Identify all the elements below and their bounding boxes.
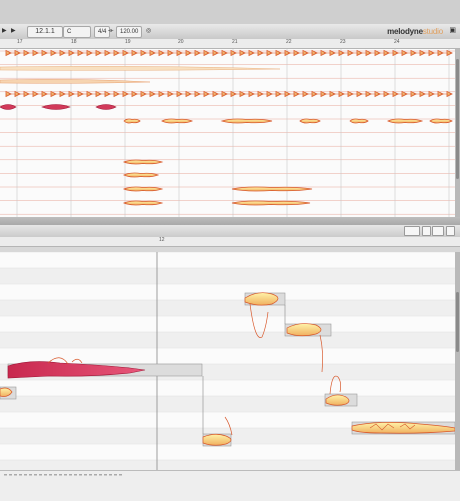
lane-stripe	[0, 396, 455, 412]
lane-stripe	[0, 332, 455, 348]
timeline-ruler-bottom[interactable]: 12	[0, 237, 460, 247]
lane-stripe	[0, 460, 455, 470]
footer-tick	[74, 474, 77, 476]
play-right-icon[interactable]: ▶	[11, 26, 16, 36]
timeline-ruler-top[interactable]: 17 18 19 20 21 22 23 24	[0, 39, 460, 49]
footer-tick	[24, 474, 27, 476]
note-blob	[123, 118, 141, 124]
footer-tick	[34, 474, 37, 476]
footer-tick	[29, 474, 32, 476]
pane-divider[interactable]	[0, 217, 460, 225]
footer-tick	[64, 474, 67, 476]
footer-tick	[19, 474, 22, 476]
grid-toggle-icon[interactable]	[422, 226, 431, 236]
footer-tick	[89, 474, 92, 476]
ruler-mark: 22	[286, 39, 292, 45]
tool-icon[interactable]: ◎	[146, 26, 151, 36]
note-blob	[0, 79, 151, 84]
scroll-thumb[interactable]	[456, 292, 459, 352]
footer-tick	[99, 474, 102, 476]
bottom-editor-window: 12	[0, 225, 460, 501]
detail-notes-canvas[interactable]	[0, 252, 455, 470]
overview-notes-canvas[interactable]	[0, 49, 455, 217]
footer-tick	[119, 474, 122, 476]
footer-tick	[59, 474, 62, 476]
note-blob[interactable]	[0, 386, 17, 400]
note-blob	[122, 186, 164, 192]
logo-edition: studio	[422, 27, 443, 36]
note-blob[interactable]	[351, 421, 455, 435]
footer-tick	[114, 474, 117, 476]
tempo-field[interactable]: 120.00	[116, 26, 143, 38]
vertical-scrollbar-top[interactable]	[455, 49, 460, 217]
snap-toggle-icon[interactable]	[432, 226, 444, 236]
lane-stripe	[0, 300, 455, 316]
ruler-mark: 21	[232, 39, 238, 45]
ruler-mark: 19	[125, 39, 131, 45]
melodyne-logo: melodynestudio	[387, 27, 443, 36]
footer-ticks	[4, 474, 122, 476]
note-blob	[220, 118, 273, 124]
ruler-mark: 23	[340, 39, 346, 45]
footer-tick	[39, 474, 42, 476]
footer-tick	[109, 474, 112, 476]
footer-tick	[9, 474, 12, 476]
ruler-mark: 12	[159, 237, 165, 243]
footer-tick	[69, 474, 72, 476]
footer-tick	[79, 474, 82, 476]
note-blob	[231, 186, 313, 192]
top-editor-window: ▶ ▶ 12.1.1 C major 4/4 ⟛ 120.00 ◎ melody…	[0, 24, 460, 217]
footer-tick	[104, 474, 107, 476]
note-blob	[231, 200, 311, 206]
lane-stripe	[0, 268, 455, 284]
tempo-icon[interactable]: ⟛	[108, 26, 113, 36]
footer-tick	[44, 474, 47, 476]
options-icon[interactable]	[446, 226, 455, 236]
note-blob[interactable]	[324, 375, 358, 407]
window-menu-icon[interactable]: ▣	[449, 26, 456, 36]
note-blob	[161, 118, 194, 124]
note-blob	[387, 118, 424, 124]
note-editor-overview[interactable]	[0, 49, 455, 217]
note-blob	[122, 200, 164, 206]
zoom-slider[interactable]	[404, 226, 420, 236]
footer-tick	[49, 474, 52, 476]
scroll-thumb[interactable]	[456, 59, 459, 179]
note-editor-detail[interactable]	[0, 252, 455, 470]
footer-tick	[14, 474, 17, 476]
position-field[interactable]: 12.1.1	[27, 26, 63, 38]
ruler-mark: 17	[17, 39, 23, 45]
main-toolbar: ▶ ▶ 12.1.1 C major 4/4 ⟛ 120.00 ◎ melody…	[0, 24, 460, 45]
play-left-icon[interactable]: ▶	[2, 26, 7, 36]
ruler-mark: 20	[178, 39, 184, 45]
key-field[interactable]: C major	[63, 26, 91, 45]
vertical-scrollbar-bottom[interactable]	[455, 252, 460, 470]
ruler-mark: 24	[394, 39, 400, 45]
selected-note[interactable]	[7, 357, 203, 379]
note-blob	[123, 172, 160, 178]
note-blob	[429, 118, 453, 124]
note-blob	[299, 118, 321, 124]
logo-main: melodyne	[387, 27, 423, 36]
note-blob	[0, 66, 281, 71]
footer-bar	[0, 470, 460, 501]
footer-tick	[54, 474, 57, 476]
footer-tick	[4, 474, 7, 476]
footer-tick	[94, 474, 97, 476]
note-blob	[122, 159, 164, 165]
footer-tick	[84, 474, 87, 476]
note-blob	[349, 118, 369, 124]
ruler-mark: 18	[71, 39, 77, 45]
